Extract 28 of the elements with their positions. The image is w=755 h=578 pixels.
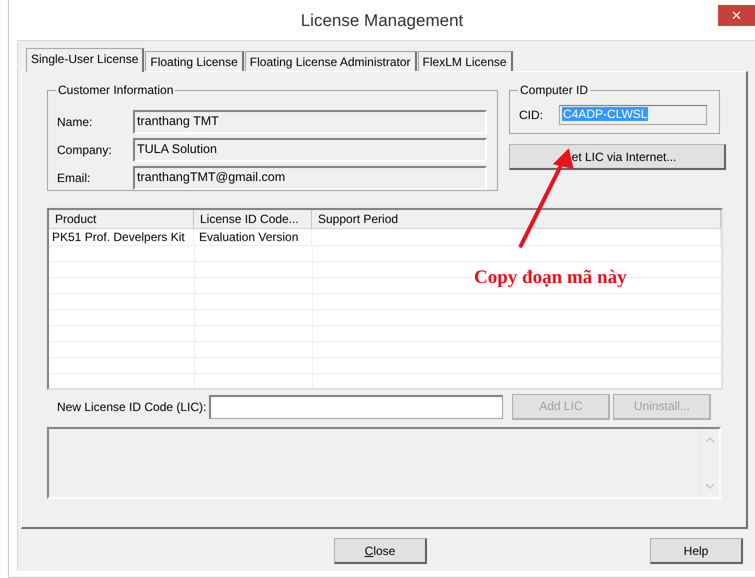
input-field[interactable]: [209, 394, 504, 418]
input-field[interactable]: TULA Solution: [133, 138, 487, 162]
field-label: CID:: [519, 108, 544, 122]
input-field[interactable]: tranthang TMT: [133, 110, 487, 134]
group-title: Computer ID: [518, 83, 590, 97]
input-field[interactable]: tranthangTMT@gmail.com: [133, 166, 487, 190]
field-label: Email:: [57, 171, 92, 185]
column-header[interactable]: License ID Code...: [194, 210, 312, 228]
table-cell: PK51 Prof. Develpers Kit: [49, 229, 194, 245]
window-title: License Management: [300, 11, 464, 31]
tab[interactable]: Single-User License: [26, 48, 144, 72]
tab[interactable]: Floating License Administrator: [244, 51, 417, 71]
table-cell: Evaluation Version: [194, 229, 312, 245]
field-label: Company:: [57, 143, 113, 157]
annotation-text: Copy đoạn mã này: [474, 267, 627, 289]
tab[interactable]: Floating License: [145, 51, 244, 71]
column-header[interactable]: Product: [49, 210, 194, 228]
field-label: New License ID Code (LIC):: [57, 400, 206, 414]
dialog-button[interactable]: Close: [334, 538, 427, 564]
tab[interactable]: FlexLM License: [418, 51, 513, 71]
close-button[interactable]: ✕: [718, 5, 755, 26]
dialog-button[interactable]: Help: [650, 538, 743, 564]
get-lic-button[interactable]: et LIC via Internet...: [509, 144, 726, 170]
scroll-down-icon[interactable]: [705, 483, 715, 489]
group-title: Customer Information: [56, 83, 176, 97]
scroll-up-icon[interactable]: [705, 437, 715, 443]
field-label: Name:: [57, 115, 94, 129]
column-header[interactable]: Support Period: [312, 210, 721, 228]
